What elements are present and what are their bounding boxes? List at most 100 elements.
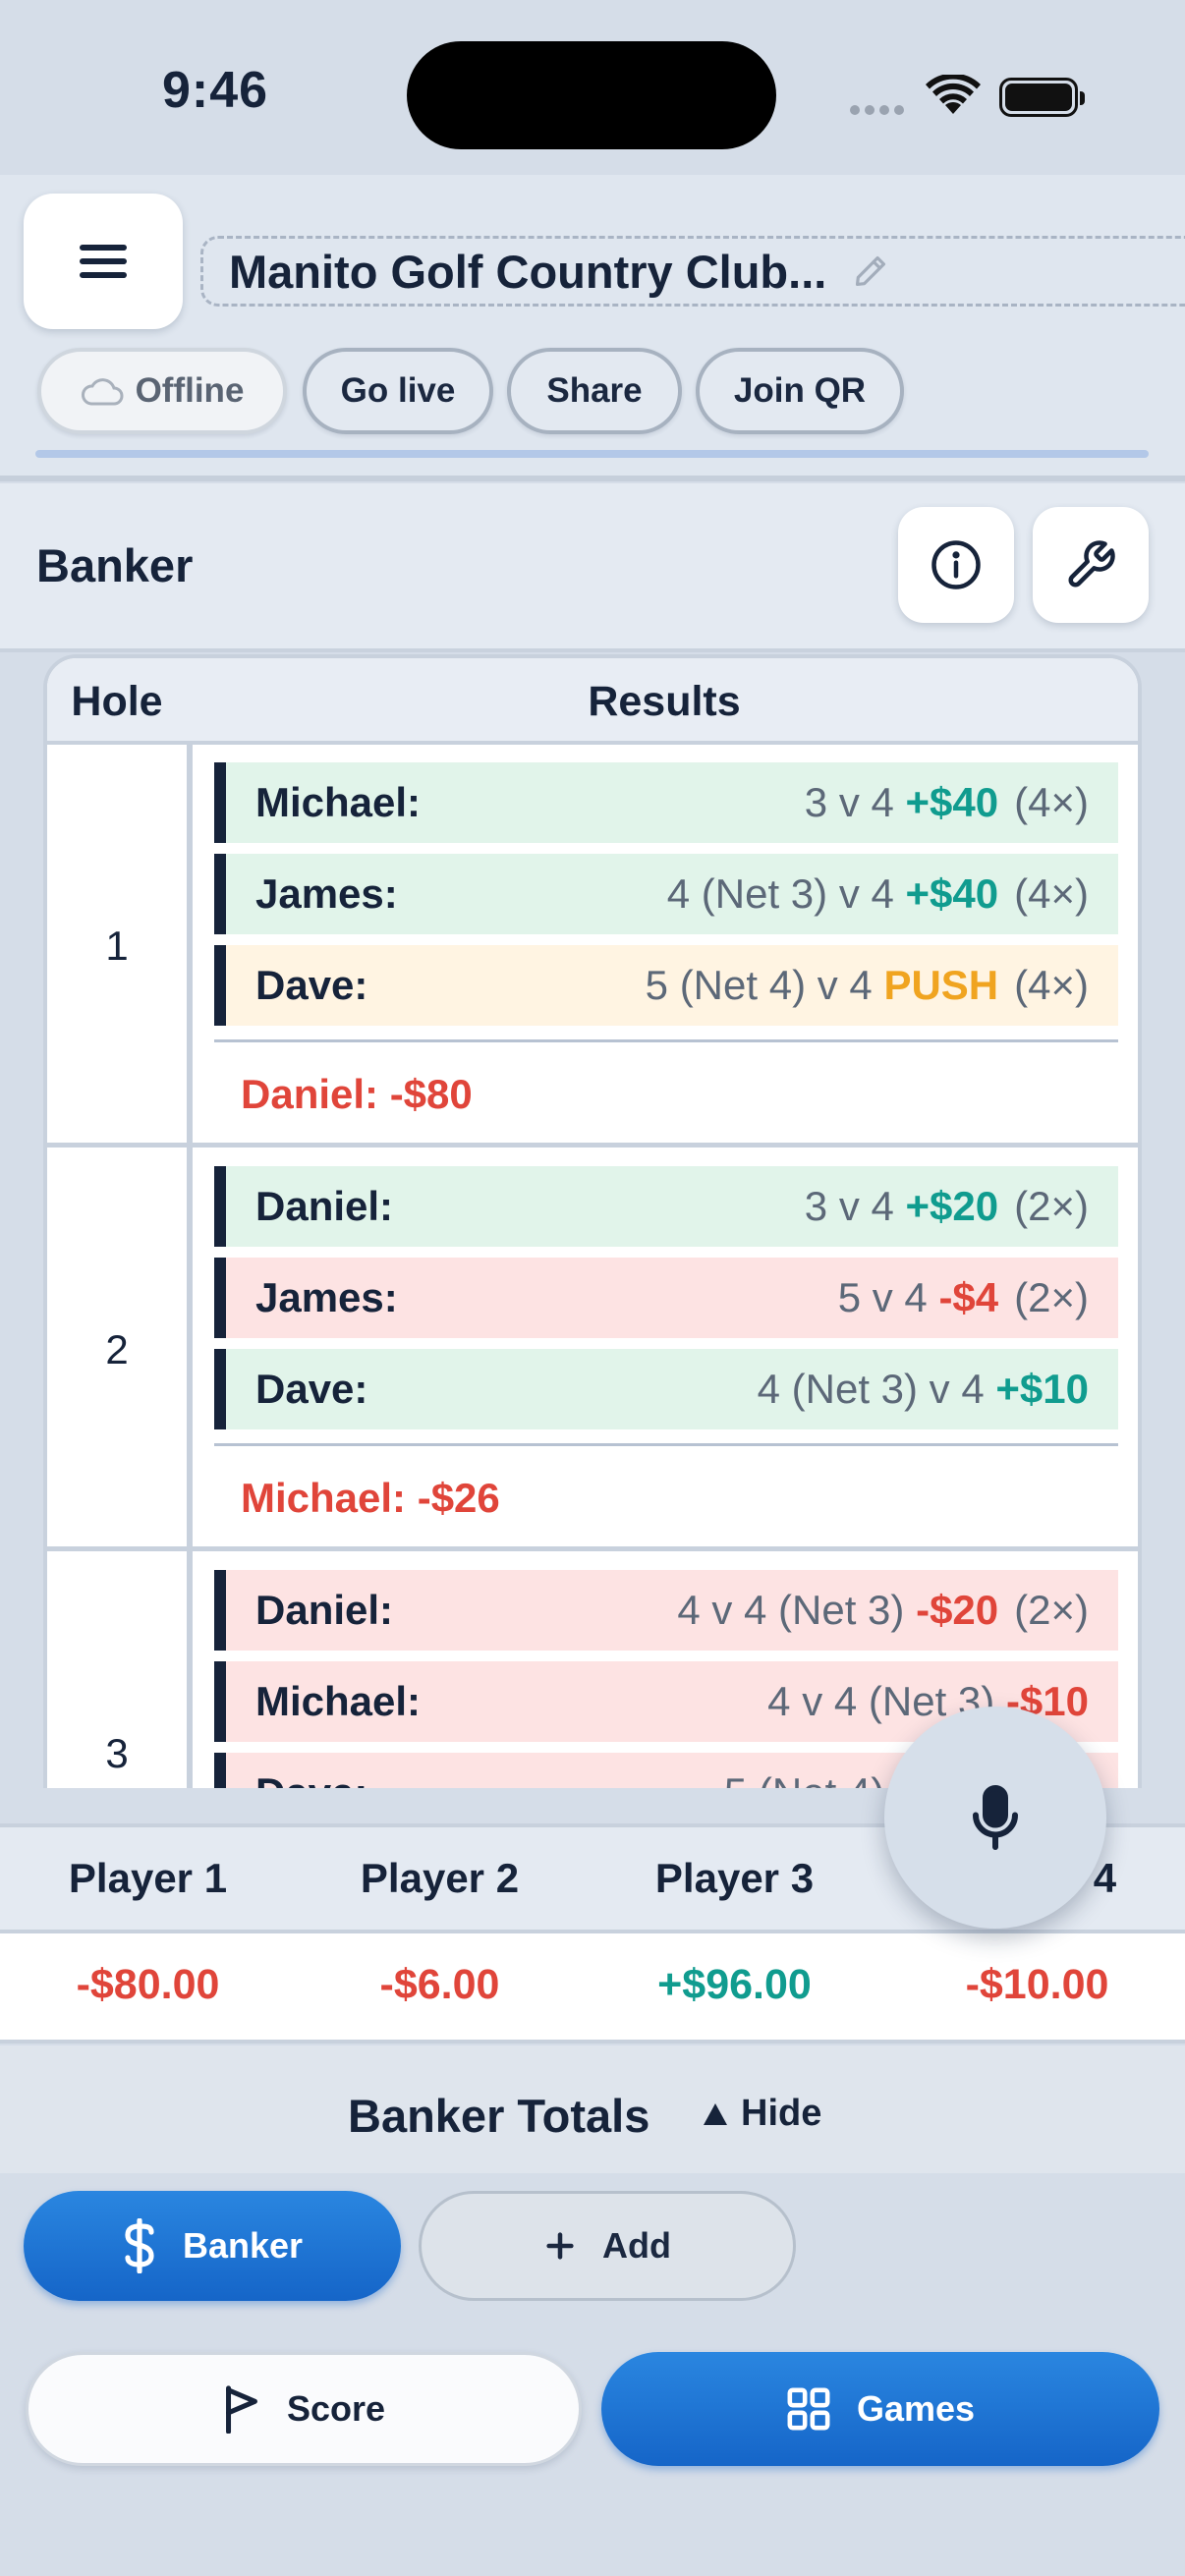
cloud-icon [81, 378, 123, 406]
info-icon [931, 540, 981, 589]
player-3-total: +$96.00 [657, 1960, 812, 2008]
player-name: Michael: [255, 779, 422, 825]
share-button[interactable]: Share [507, 348, 682, 434]
microphone-icon [973, 1785, 1018, 1850]
player-name: James: [255, 870, 398, 917]
voice-input-button[interactable] [884, 1707, 1106, 1929]
result-amount: +$20 [905, 1183, 999, 1229]
hole-number: 1 [105, 923, 129, 969]
settings-button[interactable] [1033, 507, 1149, 623]
score-detail: 3 v 4 [804, 1183, 894, 1229]
result-amount: +$40 [905, 779, 999, 825]
result-row: Michael: 3 v 4 +$40 (4×) [214, 762, 1118, 843]
multiplier: (4×) [1014, 779, 1089, 825]
multiplier: (4×) [1014, 962, 1089, 1008]
player-name: Daniel: [255, 1183, 394, 1229]
player-2-total: -$6.00 [379, 1960, 500, 2008]
results-table-scroll[interactable]: Hole Results 1 Michael: 3 v 4 +$40 (4×) J… [43, 654, 1142, 1788]
course-name: Manito Golf Country Club... [229, 245, 827, 298]
score-detail: 5 (Net 4) v 4 [645, 962, 873, 1008]
banker-button[interactable]: Banker [24, 2191, 401, 2301]
player-4-total: -$10.00 [965, 1960, 1109, 2008]
banker-totals-title: Banker Totals [348, 2090, 650, 2142]
player-name: Dave: [255, 962, 368, 1008]
wifi-icon [926, 73, 981, 121]
hide-totals-toggle[interactable]: Hide [704, 2093, 821, 2135]
hole-row: 2 Daniel: 3 v 4 +$20 (2×) James: 5 v 4 -$… [47, 1148, 1138, 1551]
result-row: Dave: 4 (Net 3) v 4 +$10 [214, 1349, 1118, 1429]
result-amount: +$10 [995, 1366, 1089, 1412]
battery-icon [999, 78, 1085, 117]
multiplier: (2×) [1014, 1587, 1089, 1633]
player-name: Dave: [255, 1366, 368, 1412]
banker-result: Michael: -$26 [241, 1475, 500, 1521]
result-row: James: 5 v 4 -$4 (2×) [214, 1258, 1118, 1338]
result-amount: +$40 [905, 870, 999, 917]
totals-values-row: -$80.00 -$6.00 +$96.00 -$10.00 [0, 1933, 1185, 2044]
flag-icon [226, 2385, 257, 2434]
add-button-label: Add [602, 2225, 671, 2266]
result-amount: -$4 [938, 1274, 999, 1320]
player-1-header: Player 1 [68, 1855, 228, 1901]
multiplier: (2×) [1014, 1183, 1089, 1229]
table-header: Hole Results [47, 658, 1138, 745]
join-qr-button[interactable]: Join QR [696, 348, 904, 434]
pencil-icon [856, 255, 886, 287]
player-name: Michael: [255, 1678, 422, 1724]
player-3-header: Player 3 [654, 1855, 815, 1901]
triangle-up-icon [704, 2102, 727, 2125]
result-row: Dave: 5 (Net 4) v 4 PUSH (4×) [214, 945, 1118, 1026]
banker-result: Daniel: -$80 [241, 1071, 473, 1117]
banker-button-label: Banker [182, 2225, 304, 2266]
player-2-header: Player 2 [360, 1855, 520, 1901]
score-detail: 4 (Net 3) v 4 [666, 870, 894, 917]
course-name-field[interactable]: Manito Golf Country Club... [200, 236, 1185, 307]
info-button[interactable] [898, 507, 1014, 623]
score-detail: 3 v 4 [804, 779, 894, 825]
results-table: Hole Results 1 Michael: 3 v 4 +$40 (4×) J… [43, 654, 1142, 1788]
game-title: Banker [36, 539, 194, 591]
results-column-header: Results [588, 677, 741, 725]
hole-row: 1 Michael: 3 v 4 +$40 (4×) James: 4 (Net … [47, 745, 1138, 1148]
status-time: 9:46 [162, 62, 269, 119]
score-detail: 5 v 4 [837, 1274, 928, 1320]
multiplier: (4×) [1014, 870, 1089, 917]
menu-button[interactable] [24, 194, 183, 329]
offline-label: Offline [135, 371, 245, 410]
multiplier: (2×) [1014, 1274, 1089, 1320]
header-divider [0, 476, 1185, 481]
score-tab[interactable]: Score [26, 2352, 582, 2466]
banker-divider [214, 1443, 1118, 1446]
games-tab[interactable]: Games [601, 2352, 1159, 2466]
player-name: James: [255, 1274, 398, 1320]
player-1-total: -$80.00 [76, 1960, 220, 2008]
hole-number: 2 [105, 1326, 129, 1372]
score-detail: 4 (Net 3) v 4 [757, 1366, 985, 1412]
hamburger-icon [80, 237, 127, 286]
result-row: Daniel: 4 v 4 (Net 3) -$20 (2×) [214, 1570, 1118, 1651]
add-button[interactable]: Add [419, 2191, 796, 2301]
banker-divider [214, 1039, 1118, 1042]
hole-column-header: Hole [71, 677, 163, 725]
player-name: Daniel: [255, 1587, 394, 1633]
offline-pill[interactable]: Offline [37, 348, 287, 434]
result-row: James: 4 (Net 3) v 4 +$40 (4×) [214, 854, 1118, 934]
hole-number: 3 [105, 1730, 129, 1776]
games-tab-label: Games [856, 2388, 976, 2429]
sync-progress-bar [35, 450, 1149, 458]
score-tab-label: Score [286, 2388, 386, 2429]
dynamic-island [407, 41, 776, 149]
dollar-icon [125, 2218, 154, 2273]
player-name: Dave: [255, 1769, 367, 1788]
hide-label: Hide [741, 2093, 822, 2134]
grid-icon [787, 2387, 830, 2431]
plus-icon [546, 2232, 574, 2260]
signal-icon [850, 102, 909, 115]
wrench-icon [1068, 540, 1115, 588]
go-live-button[interactable]: Go live [303, 348, 493, 434]
result-amount: -$20 [916, 1587, 999, 1633]
result-row: Daniel: 3 v 4 +$20 (2×) [214, 1166, 1118, 1247]
result-amount: PUSH [883, 962, 999, 1008]
score-detail: 4 v 4 (Net 3) [677, 1587, 905, 1633]
game-bar-divider [0, 648, 1185, 652]
